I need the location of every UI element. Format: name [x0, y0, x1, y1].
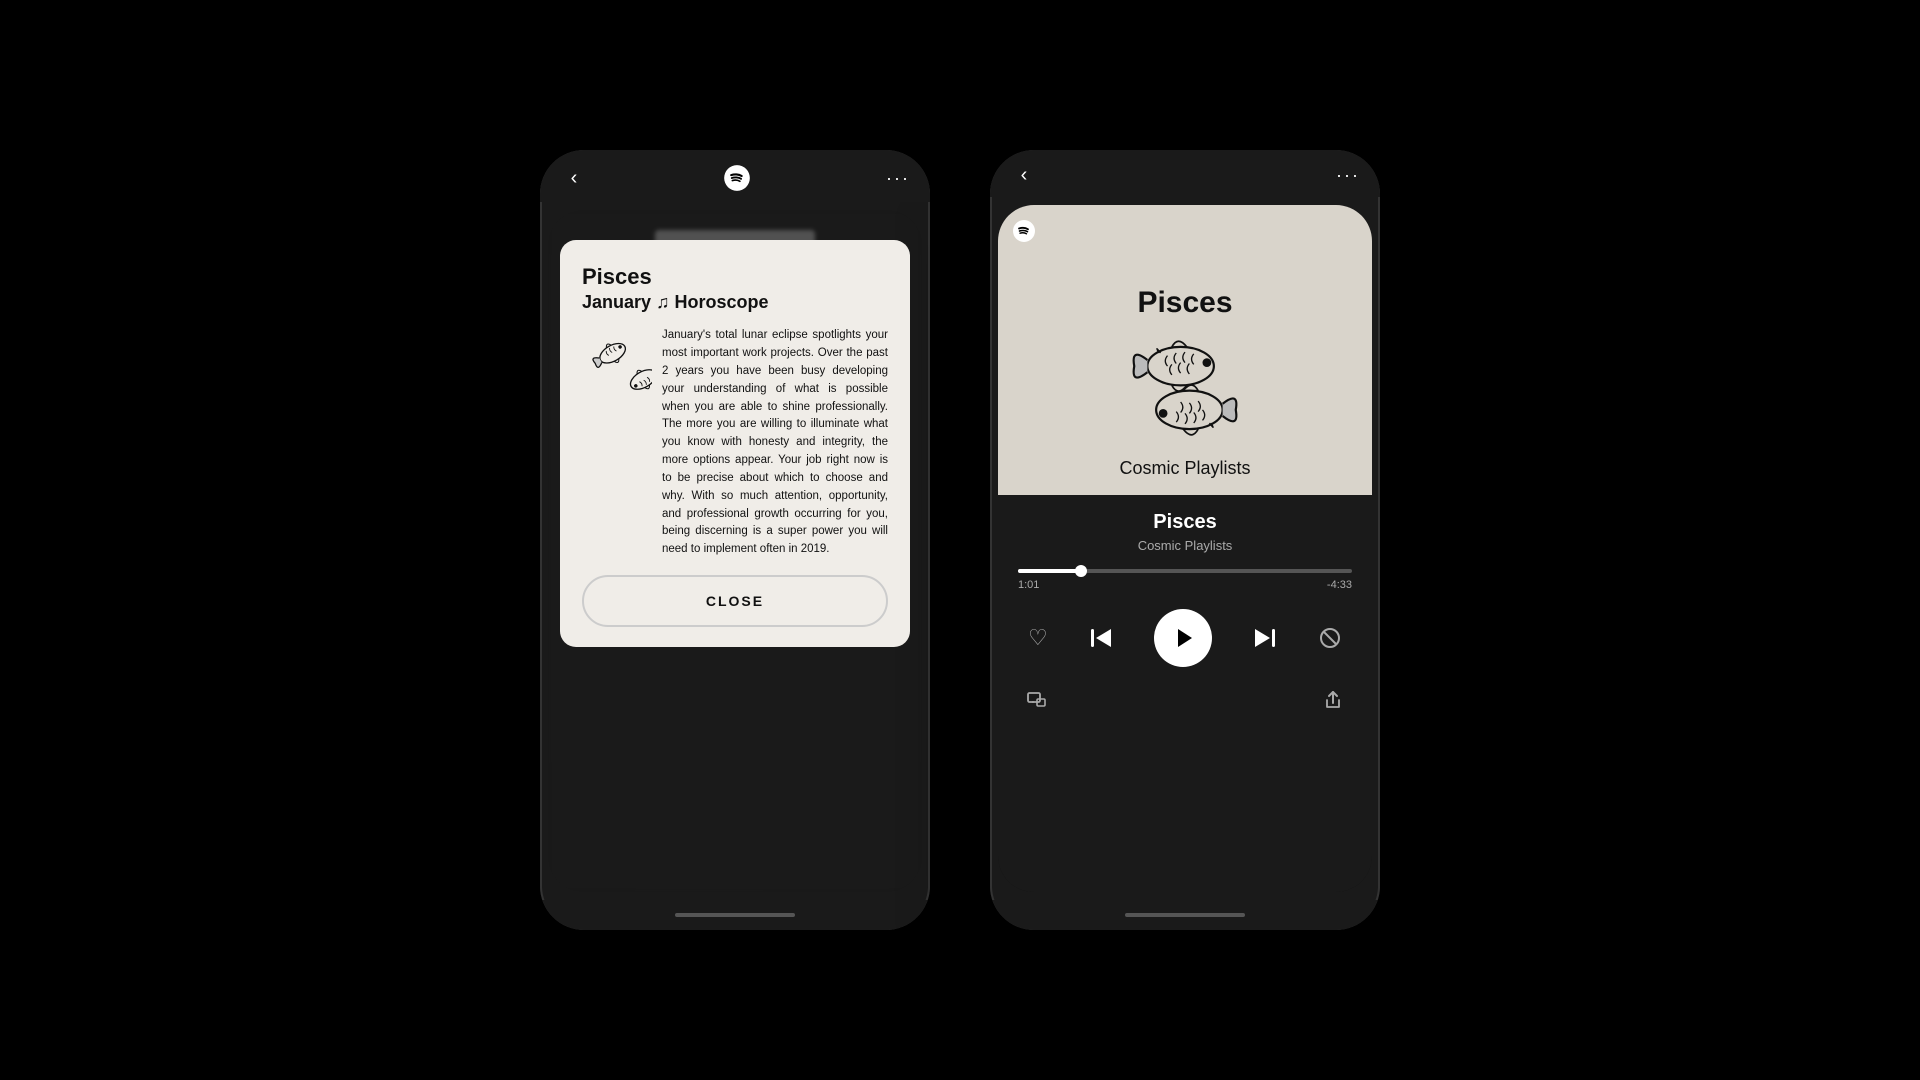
home-indicator-right: [1125, 913, 1245, 917]
skip-next-button[interactable]: [1251, 624, 1279, 652]
playback-controls: ♡: [1018, 601, 1352, 675]
horoscope-title: Pisces: [582, 264, 888, 290]
progress-knob: [1075, 565, 1087, 577]
right-phone: ‹ ··· Pisces: [990, 150, 1380, 930]
time-remaining: -4:33: [1327, 579, 1352, 591]
pisces-fish-large-icon: [1115, 328, 1255, 448]
album-art-section: Pisces: [998, 205, 1372, 495]
play-pause-button[interactable]: [1154, 609, 1212, 667]
left-phone-inner: Pisces January ♫ Horoscope: [548, 210, 922, 892]
right-phone-topbar: ‹ ···: [990, 150, 1380, 197]
close-button[interactable]: CLOSE: [582, 575, 888, 627]
progress-times: 1:01 -4:33: [1018, 579, 1352, 591]
progress-bar-bg[interactable]: [1018, 569, 1352, 573]
block-button[interactable]: [1318, 626, 1342, 650]
horoscope-body-text: January's total lunar eclipse spotlights…: [662, 327, 888, 559]
back-button-right[interactable]: ‹: [1010, 164, 1038, 187]
left-phone-bottom: [540, 900, 930, 930]
track-album: Cosmic Playlists: [1018, 538, 1352, 553]
phones-container: ‹ ··· Pisces: [540, 150, 1380, 930]
album-title: Pisces: [1137, 286, 1232, 320]
share-button[interactable]: [1322, 689, 1344, 716]
right-phone-bottom: [990, 900, 1380, 930]
menu-dots-right[interactable]: ···: [1336, 165, 1360, 186]
devices-button[interactable]: [1026, 689, 1048, 716]
back-button-left[interactable]: ‹: [560, 167, 588, 190]
like-button[interactable]: ♡: [1028, 625, 1048, 651]
bottom-icons: [1018, 689, 1352, 716]
left-phone: ‹ ··· Pisces: [540, 150, 930, 930]
progress-container[interactable]: 1:01 -4:33: [1018, 569, 1352, 591]
spotify-logo-album: [1012, 219, 1036, 243]
track-name: Pisces: [1018, 511, 1352, 534]
time-current: 1:01: [1018, 579, 1039, 591]
spotify-logo-left: [723, 164, 751, 192]
horoscope-modal: Pisces January ♫ Horoscope: [560, 240, 910, 647]
left-phone-screen: Pisces January ♫ Horoscope: [548, 210, 922, 892]
right-phone-screen: Pisces: [998, 205, 1372, 892]
menu-dots-left[interactable]: ···: [886, 168, 910, 189]
progress-bar-fill: [1018, 569, 1081, 573]
album-subtitle: Cosmic Playlists: [1119, 458, 1250, 479]
left-phone-topbar: ‹ ···: [540, 150, 930, 202]
skip-prev-button[interactable]: [1087, 624, 1115, 652]
horoscope-content-row: January's total lunar eclipse spotlights…: [582, 327, 888, 559]
now-playing-section: Pisces Cosmic Playlists 1:01 -4:33: [998, 495, 1372, 892]
home-indicator-left: [675, 913, 795, 917]
pisces-fish-small-icon: [582, 327, 652, 397]
right-phone-inner: Pisces: [998, 205, 1372, 892]
horoscope-subtitle: January ♫ Horoscope: [582, 292, 888, 313]
